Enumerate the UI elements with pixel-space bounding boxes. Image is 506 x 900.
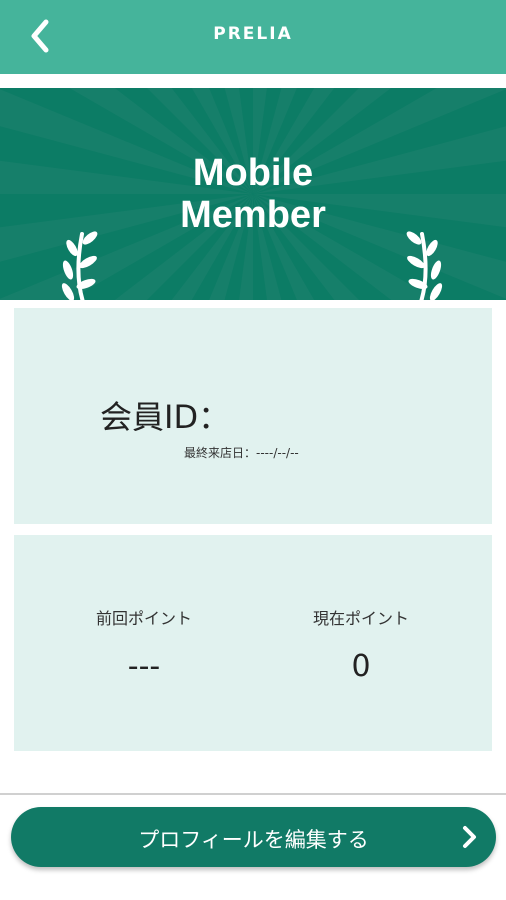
member-id-label: 会員ID： — [100, 398, 231, 436]
previous-points: 前回ポイント --- — [44, 605, 244, 684]
current-points-value: 0 — [351, 649, 371, 684]
edit-profile-label: プロフィールを編集する — [138, 828, 369, 852]
current-points: 現在ポイント 0 — [261, 605, 461, 684]
app-header: PRELIA — [0, 0, 506, 74]
member-id-card: 会員ID： 最終来店日：----/--/-- — [14, 308, 492, 524]
last-visit-date: 最終来店日：----/--/-- — [184, 446, 299, 460]
laurel-icon — [61, 231, 98, 300]
footer-divider — [0, 793, 506, 795]
banner-title-line2: Member — [180, 194, 326, 236]
points-card: 前回ポイント --- 現在ポイント 0 — [14, 535, 492, 751]
previous-points-label: 前回ポイント — [95, 609, 192, 628]
banner-title-line1: Mobile — [192, 152, 314, 194]
app-title: PRELIA — [213, 24, 293, 44]
banner-title: Mobile Member — [0, 152, 506, 236]
previous-points-value: --- — [127, 649, 161, 684]
laurel-icon — [406, 231, 443, 300]
current-points-label: 現在ポイント — [312, 609, 409, 628]
chevron-right-icon — [463, 826, 476, 848]
edit-profile-button[interactable]: プロフィールを編集する — [11, 807, 496, 867]
